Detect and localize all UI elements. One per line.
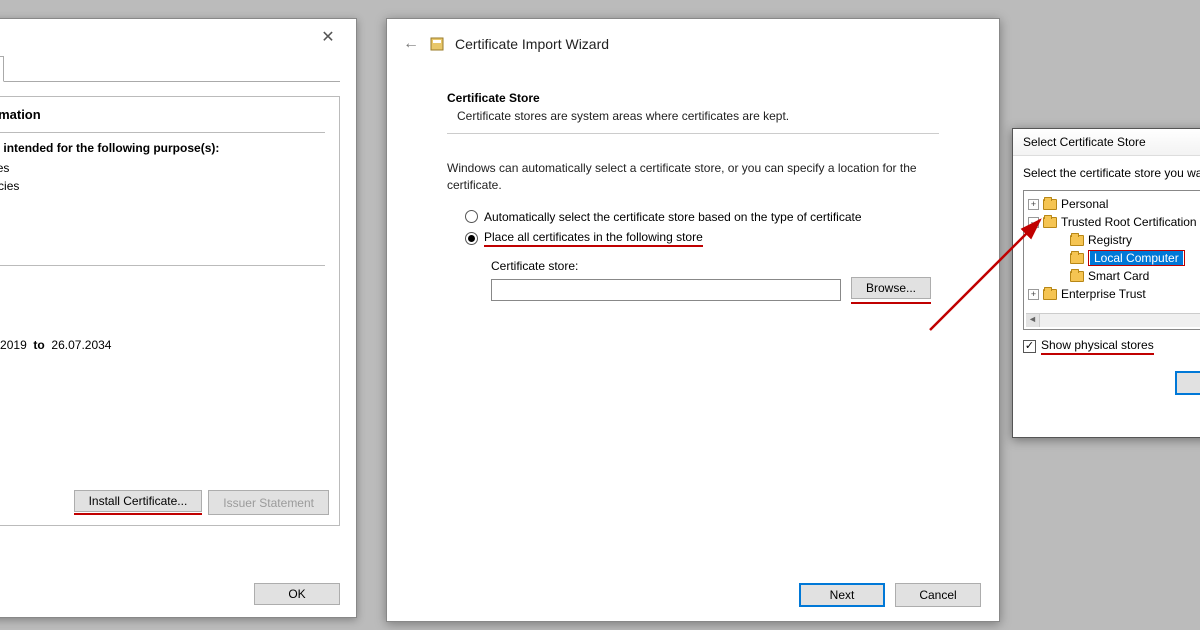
certificate-info-heading: Certificate Information [0,107,325,122]
show-physical-stores-checkbox[interactable]: Show physical stores [1023,338,1200,355]
folder-icon [1070,253,1084,264]
purpose-item: All issuance policies [0,159,325,177]
tab-certification-path[interactable]: Certification Path [0,56,4,82]
radio-icon [465,232,478,245]
folder-icon [1070,271,1084,282]
body-text: Windows can automatically select a certi… [447,160,939,194]
select-certificate-store-window: Select Certificate Store Select the cert… [1012,128,1200,438]
folder-icon [1070,235,1084,246]
section-title: Certificate Store [447,91,939,105]
issued-by-row: Issued by: dh5 [0,306,325,320]
close-icon[interactable]: ✕ [308,27,348,47]
radio-place-label: Place all certificates in the following … [484,230,703,247]
purpose-list: All issuance policies All application po… [0,159,325,195]
tree-node-local-computer[interactable]: Local Computer [1026,249,1200,267]
collapse-icon[interactable]: – [1028,217,1039,228]
radio-auto-label: Automatically select the certificate sto… [484,210,862,224]
certificate-store-input[interactable] [491,279,841,301]
ok-button[interactable]: OK [254,583,340,605]
radio-auto-select[interactable]: Automatically select the certificate sto… [465,210,939,224]
tree-node-trusted-root[interactable]: – Trusted Root Certification [1026,213,1200,231]
tree-node-personal[interactable]: + Personal [1026,195,1200,213]
tree-node-enterprise-trust[interactable]: + Enterprise Trust [1026,285,1200,303]
certificate-panel: Certificate Information This certificate… [0,96,340,526]
wizard-body: Certificate Store Certificate stores are… [387,61,999,304]
wizard-header: ← Certificate Import Wizard [387,19,999,61]
wizard-title: Certificate Import Wizard [455,36,609,52]
certificate-import-wizard-window: ← Certificate Import Wizard Certificate … [386,18,1000,622]
cancel-button[interactable]: Cancel [895,583,981,607]
dialog-prompt: Select the certificate store you want to… [1023,166,1200,180]
expand-icon[interactable]: + [1028,289,1039,300]
section-description: Certificate stores are system areas wher… [457,109,939,123]
checkbox-icon [1023,340,1036,353]
purpose-label: This certificate is intended for the fol… [0,141,325,155]
folder-icon [1043,217,1057,228]
issuer-statement-button: Issuer Statement [208,490,329,515]
dialog-body: Select the certificate store you want to… [1013,156,1200,363]
tree-node-smart-card[interactable]: Smart Card [1026,267,1200,285]
show-physical-stores-label: Show physical stores [1041,338,1154,355]
radio-icon [465,210,478,223]
titlebar: ✕ [0,19,356,55]
tab-strip: Certification Path [0,55,340,82]
ok-button[interactable]: OK [1175,371,1200,395]
wizard-icon [429,36,445,52]
certificate-properties-window: ✕ Certification Path Certificate Informa… [0,18,357,618]
window-body: Certification Path Certificate Informati… [0,55,356,526]
browse-button[interactable]: Browse... [851,277,931,299]
folder-icon [1043,199,1057,210]
back-arrow-icon[interactable]: ← [403,35,419,53]
store-tree[interactable]: + Personal – Trusted Root Certification … [1023,190,1200,330]
issued-to-row: Issued to: dh5 [0,274,325,288]
next-button[interactable]: Next [799,583,885,607]
install-certificate-button[interactable]: Install Certificate... [74,490,203,512]
valid-dates-row: Valid from 30.07.2019 to 26.07.2034 [0,338,325,352]
folder-icon [1043,289,1057,300]
dialog-title: Select Certificate Store [1013,129,1200,156]
horizontal-scrollbar[interactable]: ◄ [1026,313,1200,327]
radio-place-in-store[interactable]: Place all certificates in the following … [465,230,939,247]
expand-icon[interactable]: + [1028,199,1039,210]
certificate-store-label: Certificate store: [491,259,939,273]
purpose-item: All application policies [0,177,325,195]
tree-node-registry[interactable]: Registry [1026,231,1200,249]
